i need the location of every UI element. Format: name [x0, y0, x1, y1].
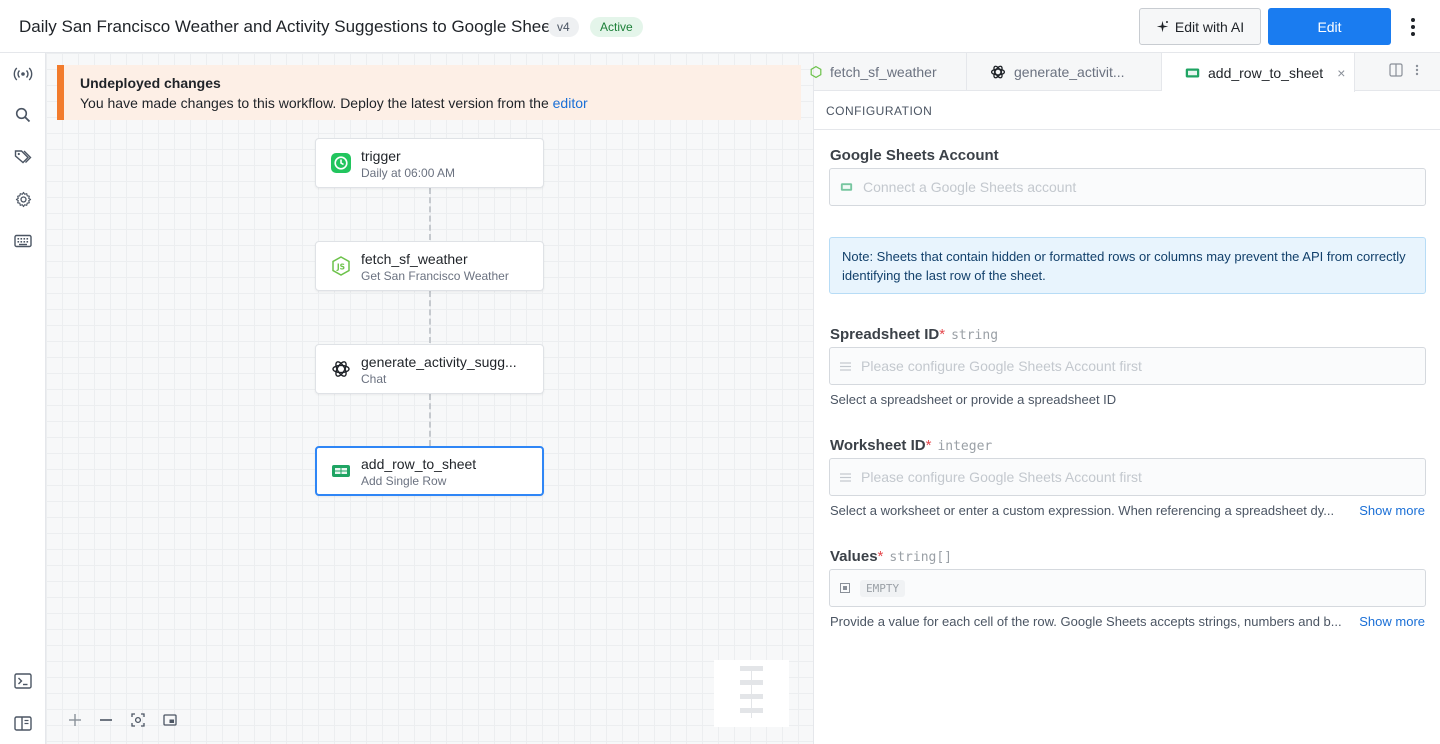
- type-label: string[]: [889, 550, 953, 565]
- node-config-panel: fetch_sf_weather generate_activit... add…: [810, 53, 1440, 744]
- account-label: Google Sheets Account: [830, 147, 999, 164]
- node-subtitle: Chat: [361, 372, 387, 386]
- list-icon: [840, 361, 851, 371]
- clock-icon: [331, 153, 351, 173]
- spreadsheet-label-text: Spreadsheet ID: [830, 326, 940, 343]
- values-label: Values* string[]: [830, 548, 952, 565]
- minimap[interactable]: [714, 660, 789, 727]
- banner-text: You have made changes to this workflow. …: [80, 95, 588, 111]
- node-generate-activity[interactable]: generate_activity_sugg... Chat: [315, 344, 544, 394]
- node-title: fetch_sf_weather: [361, 251, 468, 267]
- google-sheets-account-select[interactable]: Connect a Google Sheets account: [829, 168, 1426, 206]
- fit-view-icon[interactable]: [128, 710, 148, 730]
- terminal-icon[interactable]: [13, 671, 33, 691]
- gear-icon[interactable]: [13, 189, 33, 209]
- tag-icon[interactable]: [13, 147, 33, 167]
- worksheet-id-select[interactable]: Please configure Google Sheets Account f…: [829, 458, 1426, 496]
- more-options-icon[interactable]: [1402, 14, 1424, 40]
- workflow-title: Daily San Francisco Weather and Activity…: [19, 17, 564, 36]
- version-badge: v4: [548, 17, 579, 37]
- spreadsheet-help: Select a spreadsheet or provide a spread…: [830, 392, 1117, 407]
- edit-with-ai-label: Edit with AI: [1174, 18, 1245, 35]
- tab-tools: [1389, 63, 1419, 77]
- node-add-row-to-sheet[interactable]: add_row_to_sheet Add Single Row: [315, 446, 544, 496]
- connector-line: [429, 291, 431, 343]
- required-marker: *: [877, 548, 884, 565]
- edit-button[interactable]: Edit: [1268, 8, 1391, 45]
- node-tabs: fetch_sf_weather generate_activit... add…: [810, 53, 1440, 92]
- worksheet-help: Select a worksheet or enter a custom exp…: [830, 503, 1335, 518]
- panel-icon[interactable]: [13, 713, 33, 733]
- nodejs-icon: [810, 65, 822, 79]
- sparkle-icon: [1156, 20, 1169, 33]
- broadcast-icon[interactable]: [13, 64, 33, 84]
- openai-icon: [331, 359, 351, 379]
- google-sheets-icon: [840, 183, 853, 191]
- tab-label: fetch_sf_weather: [830, 64, 937, 80]
- zoom-out-icon[interactable]: [96, 710, 116, 730]
- openai-icon: [990, 65, 1006, 79]
- node-subtitle: Get San Francisco Weather: [361, 269, 509, 283]
- node-title: add_row_to_sheet: [361, 456, 477, 472]
- required-marker: *: [939, 326, 946, 343]
- close-icon[interactable]: ×: [1337, 65, 1345, 81]
- spreadsheet-placeholder: Please configure Google Sheets Account f…: [861, 358, 1142, 374]
- worksheet-placeholder: Please configure Google Sheets Account f…: [861, 469, 1142, 485]
- minimap-toggle-icon[interactable]: [160, 710, 180, 730]
- edit-with-ai-button[interactable]: Edit with AI: [1139, 8, 1261, 45]
- sheets-note: Note: Sheets that contain hidden or form…: [829, 237, 1426, 294]
- undeployed-changes-banner: Undeployed changes You have made changes…: [57, 65, 801, 120]
- keyboard-icon[interactable]: [13, 231, 33, 251]
- empty-chip: EMPTY: [860, 579, 906, 597]
- list-icon: [840, 472, 851, 482]
- worksheet-show-more-link[interactable]: Show more: [1359, 503, 1425, 518]
- node-subtitle: Daily at 06:00 AM: [361, 166, 456, 180]
- split-view-icon[interactable]: [1389, 63, 1403, 77]
- connector-line: [429, 394, 431, 446]
- worksheet-label-text: Worksheet ID: [830, 437, 926, 454]
- values-show-more-link[interactable]: Show more: [1359, 614, 1425, 629]
- divider: [814, 129, 1440, 130]
- left-rail: [0, 53, 46, 744]
- tab-fetch-sf-weather[interactable]: fetch_sf_weather: [810, 53, 967, 91]
- editor-link[interactable]: editor: [553, 95, 588, 111]
- spreadsheet-id-label: Spreadsheet ID* string: [830, 326, 998, 343]
- tab-generate-activity[interactable]: generate_activit...: [967, 53, 1162, 91]
- worksheet-id-label: Worksheet ID* integer: [830, 437, 992, 454]
- google-sheets-icon: [1185, 68, 1200, 77]
- tab-add-row-to-sheet[interactable]: add_row_to_sheet ×: [1162, 53, 1355, 92]
- tab-label: generate_activit...: [1014, 64, 1125, 80]
- google-sheets-icon: [331, 461, 351, 481]
- node-title: generate_activity_sugg...: [361, 354, 517, 370]
- zoom-in-icon[interactable]: [65, 710, 85, 730]
- values-help: Provide a value for each cell of the row…: [830, 614, 1342, 629]
- nodejs-icon: JS: [331, 256, 351, 276]
- spreadsheet-id-select[interactable]: Please configure Google Sheets Account f…: [829, 347, 1426, 385]
- search-icon[interactable]: [13, 105, 33, 125]
- banner-title: Undeployed changes: [80, 75, 221, 91]
- header: Daily San Francisco Weather and Activity…: [0, 0, 1440, 53]
- type-label: integer: [937, 439, 993, 454]
- account-placeholder: Connect a Google Sheets account: [863, 179, 1077, 195]
- connector-line: [429, 188, 431, 240]
- workflow-canvas[interactable]: Undeployed changes You have made changes…: [46, 53, 813, 744]
- node-fetch-sf-weather[interactable]: JS fetch_sf_weather Get San Francisco We…: [315, 241, 544, 291]
- values-label-text: Values: [830, 548, 878, 565]
- node-trigger[interactable]: trigger Daily at 06:00 AM: [315, 138, 544, 188]
- type-label: string: [951, 328, 999, 343]
- array-icon: [840, 583, 850, 593]
- node-title: trigger: [361, 148, 401, 164]
- tab-more-icon[interactable]: [1415, 63, 1419, 77]
- values-input[interactable]: EMPTY: [829, 569, 1426, 607]
- banner-message: You have made changes to this workflow. …: [80, 95, 553, 111]
- configuration-heading: CONFIGURATION: [826, 104, 933, 118]
- svg-text:JS: JS: [336, 263, 345, 272]
- tab-label: add_row_to_sheet: [1208, 64, 1324, 81]
- required-marker: *: [925, 437, 932, 454]
- node-subtitle: Add Single Row: [361, 474, 447, 488]
- status-badge: Active: [590, 17, 643, 37]
